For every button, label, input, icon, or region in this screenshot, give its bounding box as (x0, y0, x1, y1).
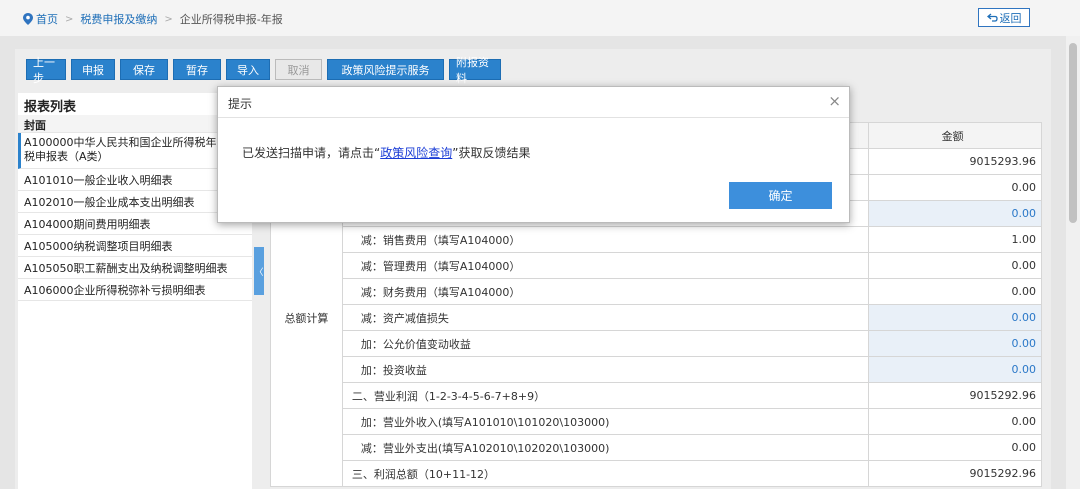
toolbar: 上一步 申报 保存 暂存 导入 取消 政策风险提示服务 附报资料 (26, 56, 506, 85)
sidebar-item-a106000[interactable]: A106000企业所得税弥补亏损明细表 (18, 279, 252, 301)
table-row: 三、利润总额（10+11-12） 9015292.96 (271, 460, 1042, 487)
row-amount: 9015292.96 (868, 382, 1042, 409)
import-button[interactable]: 导入 (226, 59, 270, 80)
row-amount: 9015292.96 (868, 460, 1042, 487)
row-amount: 1.00 (868, 226, 1042, 253)
temp-save-button[interactable]: 暂存 (173, 59, 221, 80)
sidebar-item-a105000[interactable]: A105000纳税调整项目明细表 (18, 235, 252, 257)
table-row: 减：销售费用（填写A104000） 1.00 (271, 226, 1042, 253)
declare-button[interactable]: 申报 (71, 59, 115, 80)
table-row: 减：管理费用（填写A104000） 0.00 (271, 252, 1042, 279)
row-amount-input[interactable]: 0.00 (868, 330, 1042, 357)
row-label: 减：销售费用（填写A104000） (341, 226, 870, 253)
location-pin-icon (23, 13, 33, 25)
confirm-button[interactable]: 确定 (729, 182, 832, 209)
row-amount: 0.00 (868, 434, 1042, 461)
back-button[interactable]: 返回 (978, 8, 1030, 27)
cancel-button[interactable]: 取消 (275, 59, 322, 80)
dialog-title: 提示 (228, 97, 253, 111)
dialog-message-prefix: 已发送扫描申请，请点击“ (242, 146, 381, 160)
table-row: 减：资产减值损失 0.00 (271, 304, 1042, 331)
dialog-message-suffix: ”获取反馈结果 (452, 146, 531, 160)
breadcrumb-tax-link[interactable]: 税费申报及缴纳 (80, 11, 157, 27)
back-button-label: 返回 (999, 11, 1022, 25)
row-label: 减：资产减值损失 (341, 304, 870, 331)
chevron-left-icon: 〈 (254, 267, 264, 278)
row-amount: 0.00 (868, 408, 1042, 435)
row-amount: 0.00 (868, 278, 1042, 305)
row-label: 加：营业外收入(填写A101010\101020\103000) (341, 408, 870, 435)
page-scrollbar[interactable] (1066, 36, 1080, 489)
row-amount: 9015293.96 (868, 148, 1042, 175)
row-amount-input[interactable]: 0.00 (868, 200, 1042, 227)
sidebar-item-a105050[interactable]: A105050职工薪酬支出及纳税调整明细表 (18, 257, 252, 279)
row-label: 三、利润总额（10+11-12） (341, 460, 870, 487)
dialog-header: 提示 × (218, 87, 849, 118)
row-amount: 0.00 (868, 174, 1042, 201)
table-row: 减：财务费用（填写A104000） 0.00 (271, 278, 1042, 305)
row-label: 减：财务费用（填写A104000） (341, 278, 870, 305)
row-label: 二、营业利润（1-2-3-4-5-6-7+8+9） (341, 382, 870, 409)
breadcrumb-current: 企业所得税申报-年报 (179, 13, 283, 26)
notice-dialog: 提示 × 已发送扫描申请，请点击“政策风险查询”获取反馈结果 确定 (217, 86, 850, 223)
return-arrow-icon (986, 13, 998, 22)
table-row: 加：公允价值变动收益 0.00 (271, 330, 1042, 357)
dialog-message: 已发送扫描申请，请点击“政策风险查询”获取反馈结果 (242, 144, 530, 161)
table-row: 二、营业利润（1-2-3-4-5-6-7+8+9） 9015292.96 (271, 382, 1042, 409)
save-button[interactable]: 保存 (120, 59, 168, 80)
row-amount-input[interactable]: 0.00 (868, 356, 1042, 383)
row-label: 加：投资收益 (341, 356, 870, 383)
row-label: 减：管理费用（填写A104000） (341, 252, 870, 279)
policy-risk-query-link[interactable]: 政策风险查询 (380, 146, 452, 160)
policy-risk-service-button[interactable]: 政策风险提示服务 (327, 59, 444, 80)
row-label: 加：公允价值变动收益 (341, 330, 870, 357)
scrollbar-thumb[interactable] (1069, 43, 1077, 223)
table-row: 减：营业外支出(填写A102010\102020\103000) 0.00 (271, 434, 1042, 461)
row-amount-input[interactable]: 0.00 (868, 304, 1042, 331)
table-row: 加：营业外收入(填写A101010\101020\103000) 0.00 (271, 408, 1042, 435)
breadcrumb-separator: > (65, 13, 74, 25)
breadcrumb: 首页 > 税费申报及缴纳 > 企业所得税申报-年报 (23, 11, 283, 27)
collapse-sidebar-handle[interactable]: 〈 (254, 247, 264, 295)
top-bar: 首页 > 税费申报及缴纳 > 企业所得税申报-年报 返回 (0, 0, 1080, 36)
breadcrumb-separator: > (164, 13, 173, 25)
row-amount: 0.00 (868, 252, 1042, 279)
breadcrumb-home-link[interactable]: 首页 (36, 11, 58, 27)
attachments-button[interactable]: 附报资料 (449, 56, 501, 85)
prev-step-button[interactable]: 上一步 (26, 56, 66, 85)
amount-header: 金额 (868, 122, 1042, 149)
close-icon[interactable]: × (828, 92, 841, 110)
table-row: 加：投资收益 0.00 (271, 356, 1042, 383)
row-label: 减：营业外支出(填写A102010\102020\103000) (341, 434, 870, 461)
